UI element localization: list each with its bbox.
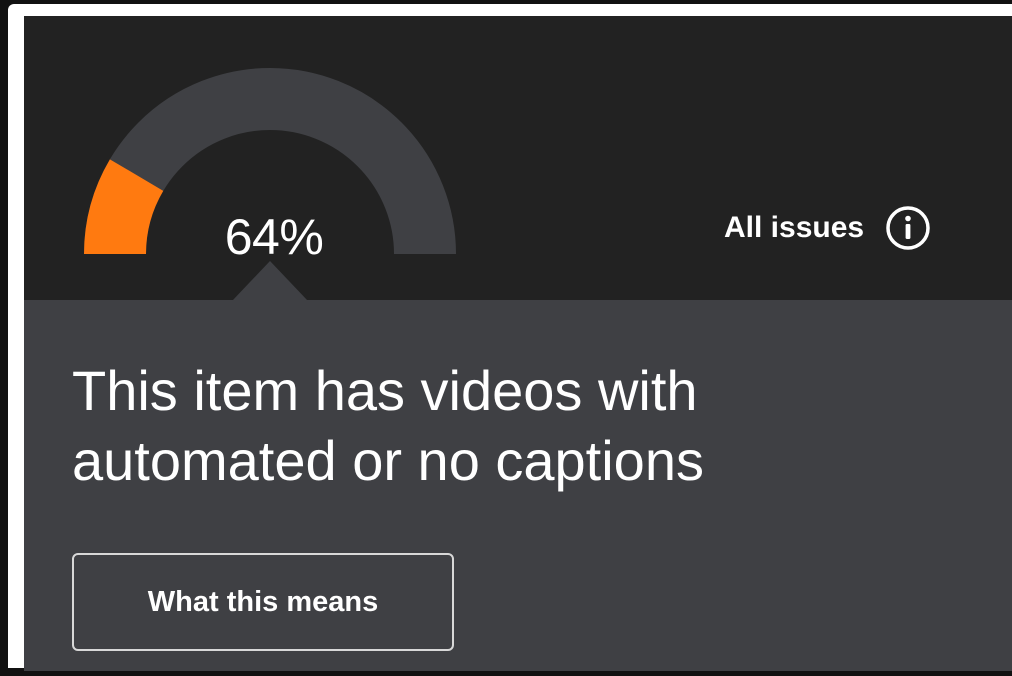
- all-issues-link[interactable]: All issues: [724, 204, 932, 252]
- score-header: 64% All issues: [24, 16, 1012, 301]
- card-frame: 64% All issues This item has videos with…: [8, 4, 1012, 671]
- issue-message: This item has videos with automated or n…: [72, 356, 972, 496]
- issue-message-line-1: This item has videos with: [72, 359, 698, 422]
- info-circle-icon[interactable]: [884, 204, 932, 252]
- gauge-fill: [84, 159, 164, 255]
- what-this-means-button[interactable]: What this means: [72, 553, 454, 651]
- all-issues-label: All issues: [724, 211, 865, 244]
- score-percentage: 64%: [224, 209, 324, 265]
- accessibility-score-panel: 64% All issues This item has videos with…: [24, 16, 1012, 671]
- callout-pointer: [232, 261, 308, 301]
- issue-message-line-2: automated or no captions: [72, 429, 704, 492]
